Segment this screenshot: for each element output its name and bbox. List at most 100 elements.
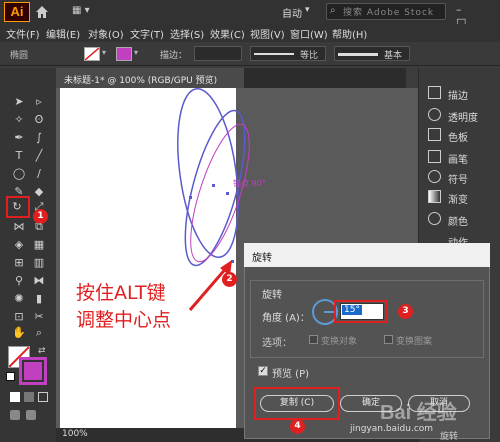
mesh-icon[interactable]: ⊞ (12, 256, 26, 270)
shape-builder-icon[interactable]: ◈ (12, 238, 26, 252)
palette-icon (428, 212, 441, 225)
blend-icon[interactable]: ⧓ (32, 274, 46, 288)
menu-effect[interactable]: 效果(C) (210, 26, 245, 41)
brush-line (338, 53, 378, 56)
watermark-logo: Bai 经验 (380, 402, 457, 424)
slice-icon[interactable]: ✂ (32, 310, 46, 324)
transform-objects-checkbox[interactable] (309, 335, 318, 344)
angle-highlight (334, 300, 388, 323)
brush-name: 基本 (384, 51, 403, 61)
menu-file[interactable]: 文件(F) (6, 26, 40, 41)
panel-brushes[interactable]: 画笔 (448, 151, 468, 166)
type-tool-icon[interactable]: T (12, 149, 26, 163)
pen-tool-icon[interactable]: ✒ (12, 131, 26, 145)
annotation-line-2: 调整中心点 (76, 309, 172, 331)
center-point (212, 184, 215, 187)
menu-object[interactable]: 对象(O) (88, 26, 124, 41)
menu-help[interactable]: 帮助(H) (332, 26, 367, 41)
chevron-down-icon[interactable]: ▾ (134, 48, 138, 57)
menu-select[interactable]: 选择(S) (170, 26, 204, 41)
screen-mode-icon[interactable] (26, 410, 36, 420)
zoom-tool-icon[interactable]: ⌕ (32, 326, 46, 340)
transform-patterns-checkbox[interactable] (384, 335, 393, 344)
transparency-icon (428, 108, 441, 121)
lines-icon (428, 86, 441, 99)
original-ellipse (177, 88, 239, 259)
symbol-sprayer-icon[interactable]: ✺ (12, 292, 26, 306)
selection-tool-icon[interactable]: ➤ (12, 95, 26, 109)
panel-swatches[interactable]: 色板 (448, 129, 468, 144)
width-tool-icon[interactable]: ⋈ (12, 220, 26, 234)
preview-checkbox[interactable]: ✓ (258, 366, 268, 376)
dialog-title: 旋转 (252, 253, 272, 264)
default-colors-icon[interactable] (6, 372, 15, 381)
line-tool-icon[interactable]: ╱ (32, 149, 46, 163)
selection-type: 椭圆 (10, 51, 29, 61)
panel-stroke[interactable]: 描边 (448, 87, 468, 102)
document-title: 未标题-1* @ 100% (RGB/GPU 预览) (64, 76, 218, 86)
lasso-icon[interactable]: ʘ (32, 113, 46, 127)
panel-gradient[interactable]: 渐变 (448, 191, 468, 206)
status-tool: 旋转 (440, 432, 459, 442)
chevron-down-icon[interactable]: ▾ (102, 48, 106, 57)
step-badge-3: 3 (398, 304, 413, 319)
ellipse-tool-icon[interactable]: ◯ (12, 167, 26, 181)
curvature-icon[interactable]: ∫ (32, 131, 46, 145)
step-badge-4: 4 (290, 419, 305, 434)
search-placeholder: 搜索 Adobe Stock (343, 8, 435, 18)
stroke-swatch[interactable] (116, 47, 132, 61)
step-badge-2: 2 (222, 272, 237, 287)
preview-label: 预览 (P) (272, 369, 310, 380)
symbol-icon (428, 170, 441, 183)
brush-tool-icon[interactable]: ∕ (32, 167, 46, 181)
stroke-weight-field[interactable] (194, 46, 242, 61)
menu-window[interactable]: 窗口(W) (290, 26, 328, 41)
copy-button[interactable]: 复制 (C) (260, 395, 334, 412)
magic-wand-icon[interactable]: ✧ (12, 113, 26, 127)
pivot-label: 锚点 90° (233, 179, 266, 188)
dialog-title-bar (244, 243, 490, 267)
rotate-tool-highlight (6, 196, 30, 218)
menu-type[interactable]: 文字(T) (130, 26, 164, 41)
draw-mode-icon[interactable] (10, 410, 20, 420)
menu-edit[interactable]: 编辑(E) (46, 26, 80, 41)
annotation-line-1: 按住ALT键 (76, 282, 166, 304)
free-transform-icon[interactable]: ⧉ (32, 220, 46, 234)
fill-swatch[interactable] (84, 47, 100, 61)
illustrator-logo: Ai (4, 2, 30, 22)
graph-tool-icon[interactable]: ▮ (32, 292, 46, 306)
menu-view[interactable]: 视图(V) (250, 26, 285, 41)
zoom-level[interactable]: 100% (62, 429, 88, 439)
group-label: 旋转 (262, 290, 282, 301)
anchor-point (226, 192, 229, 195)
eyedropper-icon[interactable]: ⚲ (12, 274, 26, 288)
arrange-documents-icon[interactable]: ▦ ▾ (72, 5, 90, 16)
panel-symbols[interactable]: 符号 (448, 171, 468, 186)
gradient-mode-icon[interactable] (24, 392, 34, 402)
brush-icon (428, 150, 441, 163)
none-mode-icon[interactable] (38, 392, 48, 402)
transform-patterns-label: 变换图案 (396, 337, 433, 347)
artboard-tool-icon[interactable]: ⊡ (12, 310, 26, 324)
workspace-switcher[interactable]: 自动 (282, 5, 302, 20)
perspective-icon[interactable]: ▦ (32, 238, 46, 252)
profile-line (254, 53, 294, 55)
watermark-url: jingyan.baidu.com (350, 424, 434, 434)
hand-tool-icon[interactable]: ✋ (12, 326, 26, 340)
swap-colors-icon[interactable]: ⇄ (38, 346, 46, 356)
home-icon[interactable] (34, 4, 50, 20)
stroke-label: 描边： (160, 51, 188, 61)
annotation-arrow (188, 260, 232, 311)
transform-objects-label: 变换对象 (321, 337, 358, 347)
stroke-color-swatch[interactable] (19, 357, 47, 385)
chevron-down-icon[interactable]: ▾ (305, 5, 310, 15)
options-label: 选项： (262, 338, 292, 349)
eraser-icon[interactable]: ◆ (32, 185, 46, 199)
tools-panel (0, 68, 56, 442)
color-mode-icon[interactable] (10, 392, 20, 402)
panel-transparency[interactable]: 透明度 (448, 109, 478, 124)
direct-selection-icon[interactable]: ▹ (32, 95, 46, 109)
search-icon: ⌕ (330, 5, 336, 16)
gradient-tool-icon[interactable]: ▥ (32, 256, 46, 270)
panel-color[interactable]: 颜色 (448, 213, 468, 228)
